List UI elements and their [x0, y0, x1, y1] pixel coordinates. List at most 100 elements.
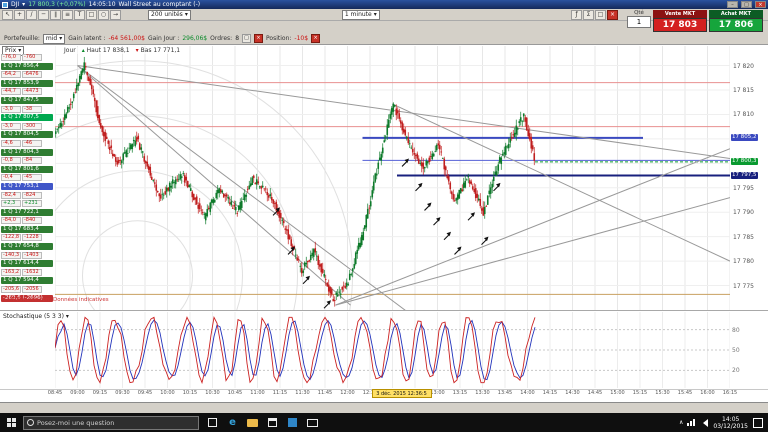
task-view-icon[interactable] [204, 413, 221, 432]
stochastic-label[interactable]: Stochastique (5 3 3) ▾ [3, 313, 69, 320]
order-level-label[interactable]: 1 Q 17 753,1 [1, 182, 53, 190]
order-level-label[interactable]: 1 Q 17 594,4 [1, 277, 53, 285]
photos-icon-shape [288, 418, 297, 427]
pnl-cash: +231 [22, 200, 42, 208]
hidden-icons-arrow[interactable]: ∧ [679, 419, 683, 426]
time-axis-label: 15:45 [677, 390, 693, 396]
maximize-button[interactable]: □ [741, 1, 752, 8]
rectangle-tool-icon[interactable]: □ [86, 9, 97, 20]
chevron-down-icon: ▾ [65, 313, 69, 320]
price-chart[interactable] [55, 46, 730, 310]
gain-jour-label: Gain Jour : [147, 35, 180, 42]
orders-label: Ordres: [210, 35, 233, 42]
search-box[interactable]: Posez-moi une question [23, 415, 199, 430]
pnl-row: -0,4 -45 [1, 174, 55, 182]
order-level-label[interactable]: 1 Q 17 856,4 [1, 62, 53, 70]
order-level-label[interactable]: 1 Q 17 853,9 [1, 79, 53, 87]
pnl-cash: -84 [22, 157, 42, 165]
time-axis-label: 10:45 [227, 390, 243, 396]
pnl-cash: -760 [22, 54, 42, 61]
system-clock[interactable]: 14:05 03/12/2015 [713, 416, 748, 430]
order-level-label[interactable]: 1 Q 17 801,6 [1, 165, 53, 173]
stochastic-chart[interactable] [55, 312, 730, 388]
order-level-label[interactable]: 1 Q 17 722,1 [1, 208, 53, 216]
day-low: Bas 17 771,1 [140, 47, 181, 54]
order-level-label[interactable]: 1 Q 17 804,3 [1, 148, 53, 156]
price-marker: 17 805,2 [731, 133, 758, 141]
time-axis-label: 12:00 [340, 390, 355, 396]
file-explorer-icon[interactable] [244, 413, 261, 432]
cancel-orders-icon[interactable]: × [254, 34, 264, 43]
pnl-cash: -840 [22, 217, 42, 225]
buy-market-button[interactable]: 17 806 [709, 18, 763, 32]
symbol-dropdown-icon[interactable]: ▾ [22, 0, 25, 9]
price-axis[interactable]: 17 82017 81517 81017 80517 80017 79517 7… [730, 46, 767, 310]
order-level-label[interactable]: 1 Q 17 847,5 [1, 96, 53, 104]
edge-icon[interactable]: e [224, 413, 241, 432]
pinned-apps: e [204, 413, 321, 432]
time-axis-label: 09:00 [70, 390, 85, 396]
pnl-row: +2,3 +231 [1, 200, 55, 208]
time-axis-label: 14:00 [520, 390, 535, 396]
time-axis-label: 08:45 [47, 390, 63, 396]
close-position-icon[interactable]: × [311, 34, 321, 43]
time-axis-label: 09:30 [115, 390, 130, 396]
text-tool-icon[interactable]: T [74, 9, 85, 20]
timeframe-dropdown[interactable]: 1 minute ▾ [341, 9, 380, 20]
orders-list-icon[interactable]: □ [242, 34, 252, 43]
crosshair-icon[interactable]: + [14, 9, 25, 20]
stochastic-level-label: 20 [732, 367, 740, 375]
pnl-points: -0,4 [1, 174, 21, 182]
cursor-icon[interactable]: ↖ [2, 9, 13, 20]
order-level-label[interactable]: 1 Q 17 807,5 [1, 114, 53, 122]
price-axis-label: 17 775 [733, 282, 754, 290]
search-placeholder: Posez-moi une question [37, 418, 115, 427]
units-dropdown[interactable]: 200 unités ▾ [148, 9, 191, 20]
start-button[interactable] [0, 413, 22, 432]
time-axis-label: 11:30 [295, 390, 310, 396]
order-level-label[interactable]: 1 Q 17 804,5 [1, 131, 53, 139]
order-level-label[interactable]: 1 Q 17 614,4 [1, 260, 53, 268]
fibonacci-icon[interactable]: ≡ [62, 9, 73, 20]
stochastic-title: Stochastique (5 3 3) [3, 313, 64, 320]
pnl-points: -3,0 [1, 105, 21, 113]
time-axis-label: 16:00 [700, 390, 715, 396]
sell-market-button[interactable]: 17 803 [653, 18, 707, 32]
portfolio-dropdown[interactable]: mid ▾ [42, 33, 66, 44]
ellipse-tool-icon[interactable]: ○ [98, 9, 109, 20]
statistics-icon[interactable]: Σ [583, 9, 594, 20]
action-center-icon[interactable] [753, 417, 763, 428]
pnl-row: -4,6 -46 [1, 139, 55, 147]
pnl-points: -84,0 [1, 217, 21, 225]
position-label: Position: [266, 35, 292, 42]
qty-input[interactable] [627, 16, 651, 28]
drawing-tools: ↖ + / ─ ∥ ≡ T □ ○ → [2, 9, 121, 20]
mail-icon[interactable] [304, 413, 321, 432]
time-axis-label: 14:30 [565, 390, 580, 396]
low-arrow-icon: ▾ [135, 47, 139, 54]
order-level-label[interactable]: 1 Q 17 683,4 [1, 225, 53, 233]
watermark: © IT-Finance.com Données indicatives [3, 297, 109, 303]
horizontal-line-icon[interactable]: ─ [38, 9, 49, 20]
photos-icon[interactable] [284, 413, 301, 432]
windows-logo-icon [6, 418, 16, 427]
store-icon[interactable] [264, 413, 281, 432]
close-chart-button[interactable]: × [607, 9, 618, 20]
price-axis-label: 17 795 [733, 184, 754, 192]
detach-window-icon[interactable]: □ [595, 9, 606, 20]
minimize-button[interactable]: – [727, 1, 738, 8]
store-icon-shape [268, 418, 277, 427]
network-icon[interactable] [687, 419, 696, 426]
parallel-channel-icon[interactable]: ∥ [50, 9, 61, 20]
pnl-cash: -6476 [22, 71, 42, 79]
close-button[interactable]: × [755, 1, 766, 8]
order-level-label[interactable]: 1 Q 17 654,8 [1, 243, 53, 251]
instrument-symbol[interactable]: DJI [11, 0, 19, 9]
period-label: Jour [64, 47, 76, 54]
trendline-icon[interactable]: / [26, 9, 37, 20]
panel-divider[interactable] [0, 310, 768, 311]
indicator-icon[interactable]: ƒ [571, 9, 582, 20]
arrow-tool-icon[interactable]: → [110, 9, 121, 20]
system-tray: ∧ [679, 418, 709, 427]
volume-icon[interactable] [699, 418, 709, 427]
